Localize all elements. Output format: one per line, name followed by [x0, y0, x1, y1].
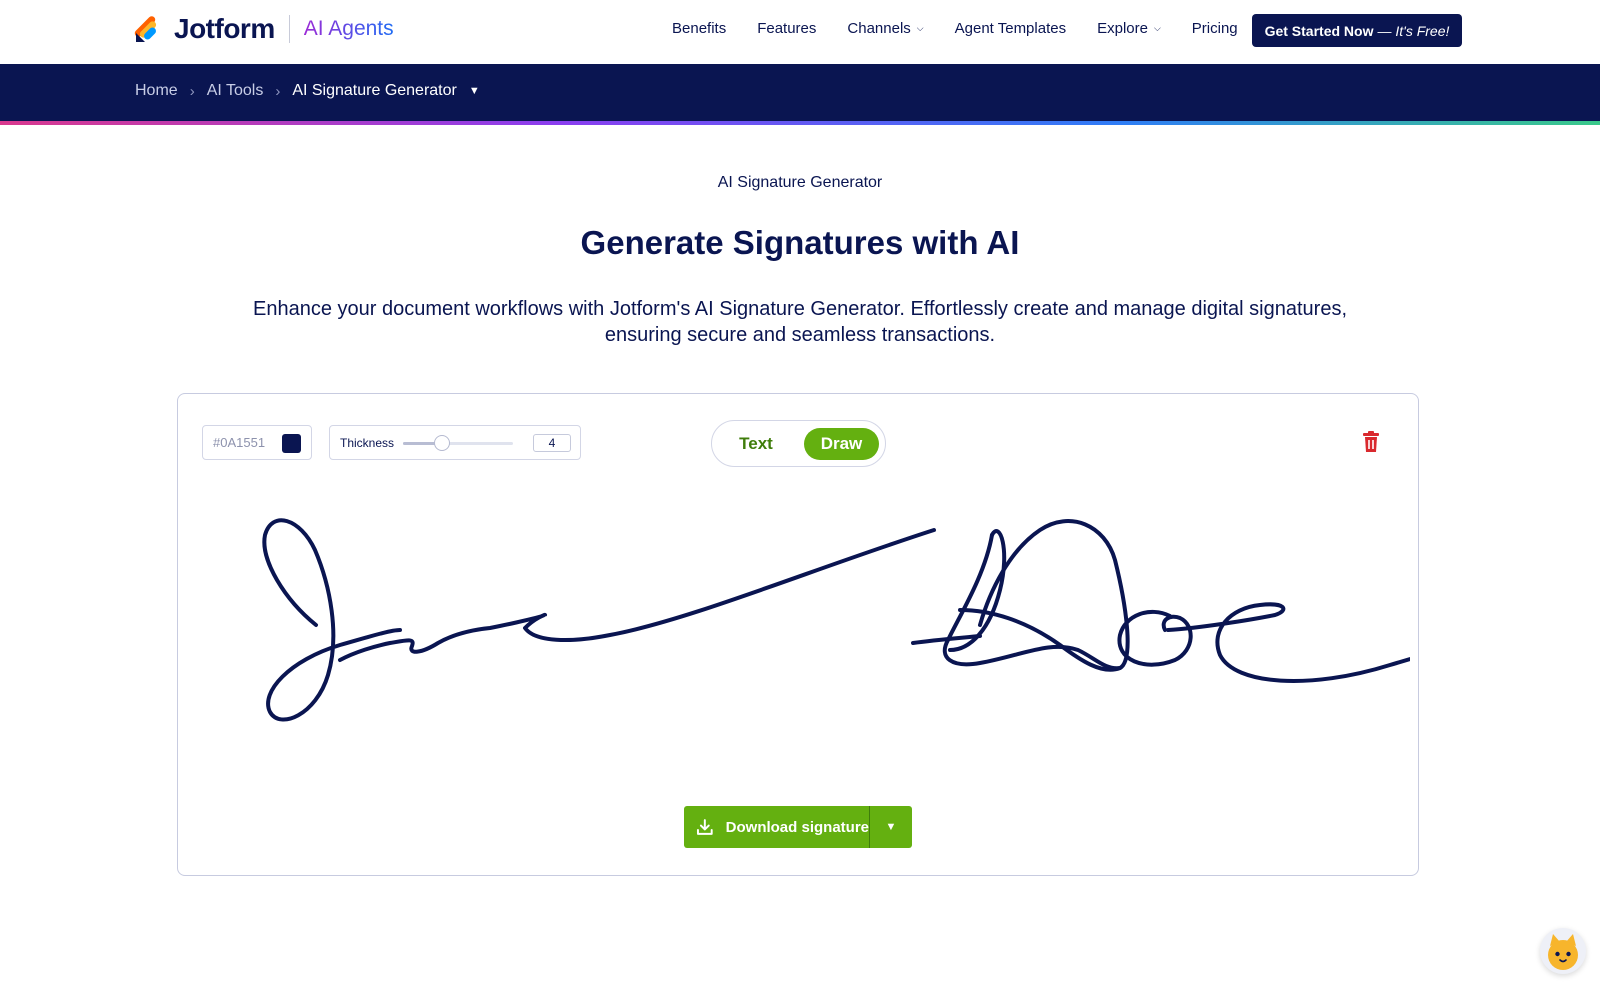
download-icon — [696, 819, 713, 835]
gradient-stripe — [0, 121, 1600, 125]
nav-channels-label: Channels — [847, 20, 911, 37]
breadcrumb-home[interactable]: Home — [135, 82, 178, 100]
get-started-label: Get Started Now — [1264, 22, 1374, 39]
nav-agent-templates-label: Agent Templates — [954, 20, 1067, 37]
chevron-down-icon: ⌵ — [916, 23, 924, 33]
chevron-right-icon: › — [275, 82, 281, 100]
main-nav: Benefits Features Channels ⌵ Agent Templa… — [672, 20, 1269, 37]
caret-down-icon: ▼ — [885, 821, 897, 833]
jotform-logo[interactable]: Jotform AI Agents — [134, 12, 394, 46]
get-started-button[interactable]: Get Started Now — It's Free! — [1252, 14, 1462, 47]
chevron-down-icon[interactable]: ▼ — [469, 85, 480, 97]
download-button-group: Download signature ▼ — [684, 806, 912, 848]
nav-agent-templates[interactable]: Agent Templates — [955, 20, 1066, 37]
thickness-slider-thumb[interactable] — [433, 435, 450, 451]
trash-icon[interactable] — [1362, 431, 1380, 453]
thickness-value-input[interactable]: 4 — [533, 434, 571, 452]
thickness-slider[interactable] — [403, 435, 513, 451]
get-started-suffix: — It's Free! — [1377, 22, 1450, 39]
chat-assistant-avatar[interactable] — [1540, 928, 1586, 974]
top-navbar: Jotform AI Agents Benefits Features Chan… — [0, 0, 1600, 64]
nav-channels[interactable]: Channels ⌵ — [847, 20, 923, 37]
nav-pricing-label: Pricing — [1191, 20, 1238, 37]
nav-explore-label: Explore — [1097, 20, 1148, 37]
color-hex-value: #0A1551 — [213, 435, 266, 450]
breadcrumb-ai-tools[interactable]: AI Tools — [207, 82, 264, 100]
thickness-control: Thickness 4 — [329, 425, 581, 460]
breadcrumb-current[interactable]: AI Signature Generator — [292, 82, 457, 100]
nav-features-label: Features — [757, 20, 817, 37]
color-swatch[interactable] — [282, 434, 301, 453]
nav-benefits[interactable]: Benefits — [672, 20, 726, 37]
jotform-logo-icon — [134, 14, 164, 44]
thickness-label: Thickness — [340, 436, 395, 450]
page-title: Generate Signatures with AI — [580, 224, 1020, 261]
chevron-right-icon: › — [189, 82, 195, 100]
logo-divider — [288, 15, 290, 43]
signature-canvas[interactable] — [190, 480, 1410, 780]
download-options-button[interactable]: ▼ — [870, 806, 912, 848]
page-subtitle: Enhance your document workflows with Jot… — [252, 298, 1347, 346]
chevron-down-icon: ⌵ — [1153, 23, 1161, 33]
breadcrumb: Home › AI Tools › AI Signature Generator… — [135, 82, 480, 100]
color-picker[interactable]: #0A1551 — [202, 425, 312, 460]
mode-draw-button[interactable]: Draw — [804, 428, 879, 460]
download-signature-label: Download signature — [725, 818, 869, 836]
brand-name: Jotform — [174, 13, 275, 44]
product-name: AI Agents — [303, 17, 394, 40]
mode-toggle: Text Draw — [711, 420, 886, 467]
nav-benefits-label: Benefits — [672, 20, 727, 37]
mode-text-button[interactable]: Text — [720, 428, 792, 460]
download-signature-button[interactable]: Download signature — [684, 806, 870, 848]
nav-pricing[interactable]: Pricing — [1192, 20, 1238, 37]
page-eyebrow: AI Signature Generator — [717, 174, 883, 191]
nav-explore[interactable]: Explore ⌵ — [1097, 20, 1161, 37]
nav-features[interactable]: Features — [757, 20, 816, 37]
